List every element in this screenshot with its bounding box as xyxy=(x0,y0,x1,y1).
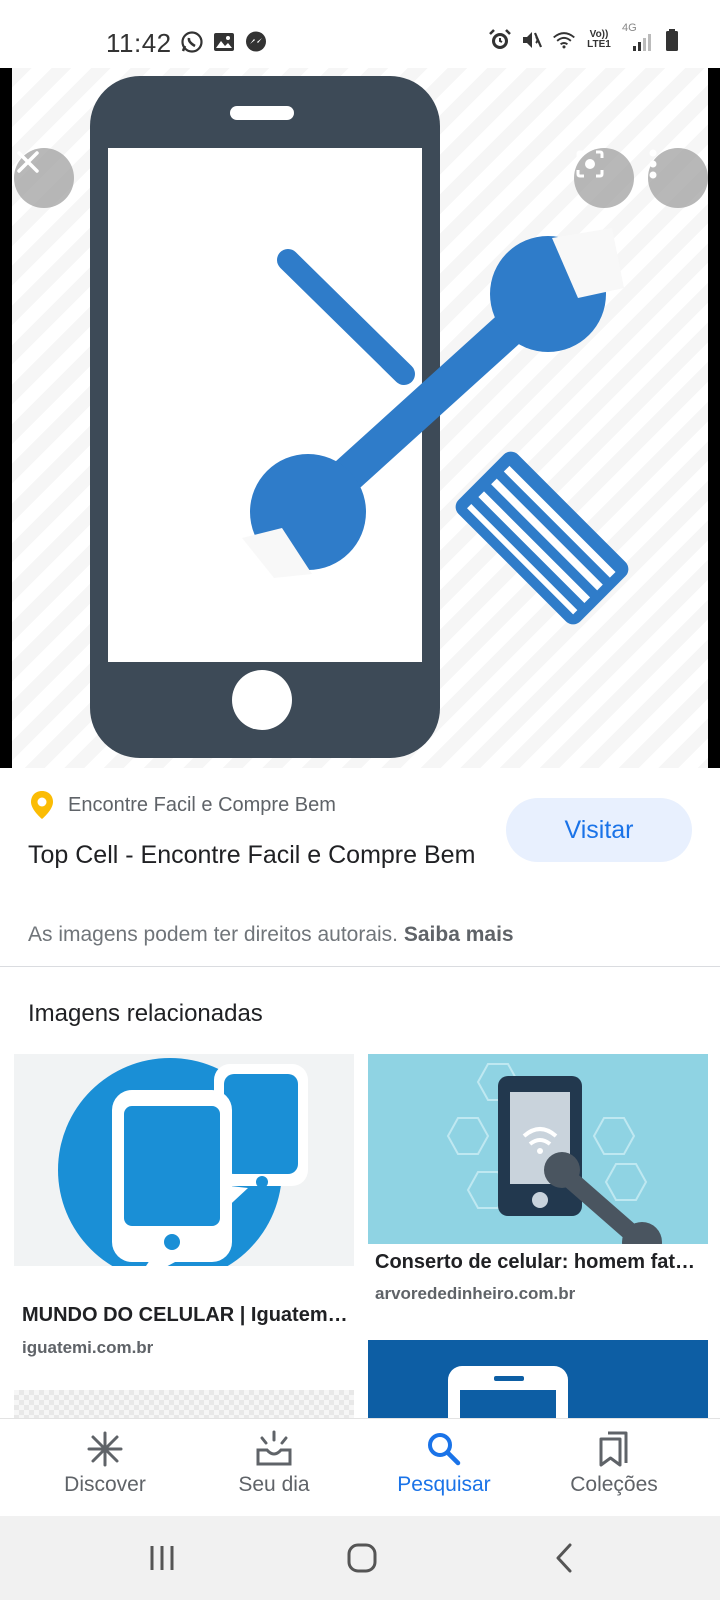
result-title[interactable]: Top Cell - Encontre Facil e Compre Bem xyxy=(28,836,488,874)
phone-home-button xyxy=(232,670,292,730)
related-image-card[interactable] xyxy=(14,1390,354,1418)
more-options-button[interactable] xyxy=(648,148,708,208)
sunrise-icon xyxy=(256,1430,292,1466)
back-icon xyxy=(556,1543,572,1573)
phone-chat-illustration xyxy=(58,1058,308,1266)
related-image-thumbnail xyxy=(368,1340,708,1418)
nav-discover[interactable]: Discover xyxy=(20,1427,190,1497)
related-image-domain: arvorededinheiro.com.br xyxy=(375,1284,576,1303)
learn-more-link[interactable]: Saiba mais xyxy=(404,923,514,946)
system-navigation-bar xyxy=(0,1516,720,1600)
nav-colecoes[interactable]: Coleções xyxy=(529,1427,699,1497)
related-image-title: MUNDO DO CELULAR | Iguatem… xyxy=(22,1304,348,1326)
nav-pesquisar[interactable]: Pesquisar xyxy=(359,1427,529,1497)
nav-label: Seu dia xyxy=(238,1473,310,1496)
related-images-heading: Imagens relacionadas xyxy=(28,1000,263,1027)
nav-seu-dia[interactable]: Seu dia xyxy=(189,1427,359,1497)
divider xyxy=(0,966,720,967)
related-image-card[interactable] xyxy=(368,1340,708,1418)
copyright-text: As imagens podem ter direitos autorais. xyxy=(28,923,399,946)
home-icon xyxy=(347,1543,377,1573)
nav-label: Coleções xyxy=(570,1473,658,1496)
messenger-icon xyxy=(244,30,268,54)
related-image-thumbnail xyxy=(14,1054,354,1266)
location-pin-icon xyxy=(31,791,53,819)
signal-icon: 4G xyxy=(622,22,652,52)
gallery-icon xyxy=(212,30,236,54)
related-image-thumbnail xyxy=(368,1054,708,1244)
notification-icons xyxy=(180,30,268,54)
lte-label: LTE1 xyxy=(587,39,611,50)
bookmarks-icon xyxy=(599,1431,628,1467)
phone-screen xyxy=(108,148,422,662)
back-button[interactable] xyxy=(544,1538,584,1578)
lens-button[interactable] xyxy=(574,148,634,208)
copyright-notice: As imagens podem ter direitos autorais. … xyxy=(28,923,514,947)
status-time: 11:42 xyxy=(106,28,172,58)
search-icon xyxy=(428,1433,461,1466)
wifi-icon xyxy=(552,28,576,52)
home-button[interactable] xyxy=(342,1538,382,1578)
phone-blue-illustration xyxy=(448,1366,568,1418)
mute-icon xyxy=(520,28,544,52)
bottom-navigation: Discover Seu dia Pesquisar Coleções xyxy=(0,1418,720,1516)
related-image-thumbnail xyxy=(14,1390,354,1418)
related-image-title: Conserto de celular: homem fat… xyxy=(375,1251,696,1273)
source-name: Encontre Facil e Compre Bem xyxy=(68,793,336,816)
preview-image[interactable] xyxy=(0,68,720,768)
lens-icon xyxy=(576,150,604,178)
nav-label: Pesquisar xyxy=(397,1473,491,1496)
recent-apps-button[interactable] xyxy=(142,1538,182,1578)
phone-wrench-illustration xyxy=(446,1063,662,1244)
related-image-card[interactable]: MUNDO DO CELULAR | Iguatem… iguatemi.com… xyxy=(14,1054,354,1357)
nav-label: Discover xyxy=(64,1473,146,1496)
related-image-domain: iguatemi.com.br xyxy=(22,1338,154,1357)
more-vert-icon xyxy=(649,149,657,179)
close-icon xyxy=(17,151,39,173)
alarm-icon xyxy=(488,28,512,52)
phone-speaker xyxy=(230,106,294,120)
system-status-icons: Vo)) LTE1 4G xyxy=(488,22,684,52)
recent-apps-icon xyxy=(150,1546,174,1570)
visit-button[interactable]: Visitar xyxy=(506,798,692,862)
volte-icon: Vo)) LTE1 xyxy=(584,28,614,52)
battery-icon xyxy=(660,28,684,52)
related-image-card[interactable]: Conserto de celular: homem fat… arvorede… xyxy=(368,1054,708,1354)
asterisk-icon xyxy=(87,1431,123,1467)
whatsapp-icon xyxy=(180,30,204,54)
close-button[interactable] xyxy=(14,148,74,208)
source-row[interactable]: Encontre Facil e Compre Bem xyxy=(30,790,336,820)
status-bar: 11:42 Vo)) LTE1 4G xyxy=(0,0,720,68)
